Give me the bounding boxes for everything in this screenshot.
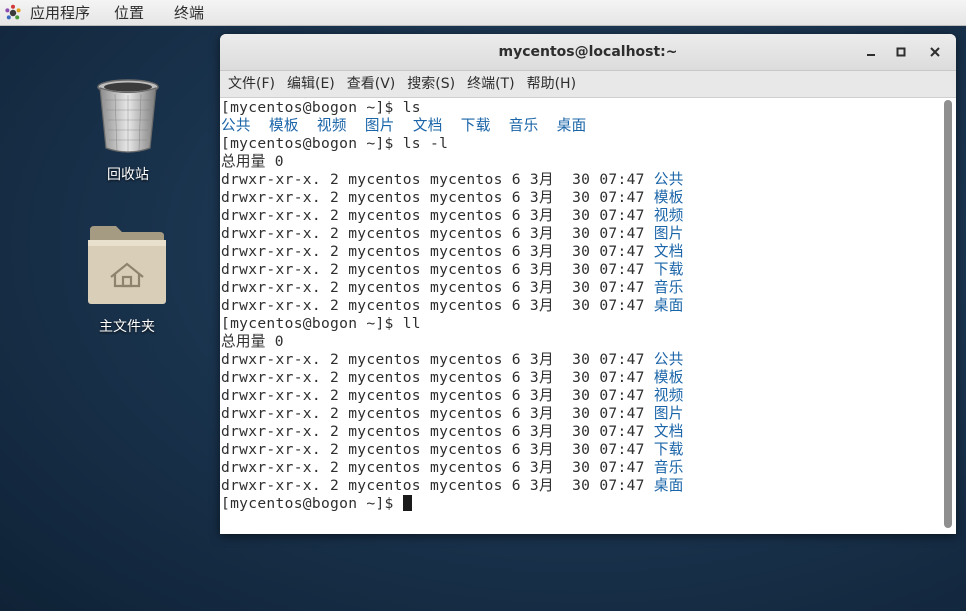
places-menu[interactable]: 位置 [104, 0, 164, 26]
terminal-body[interactable]: [mycentos@bogon ~]$ ls 公共 模板 视频 图片 文档 下载 … [220, 98, 956, 534]
terminal-text-segment: drwxr-xr-x. 2 mycentos mycentos 6 3月 30 … [221, 225, 654, 242]
terminal-text-segment: drwxr-xr-x. 2 mycentos mycentos 6 3月 30 … [221, 477, 654, 494]
terminal-text-segment: drwxr-xr-x. 2 mycentos mycentos 6 3月 30 … [221, 441, 654, 458]
terminal-line: drwxr-xr-x. 2 mycentos mycentos 6 3月 30 … [221, 207, 684, 225]
terminal-line: drwxr-xr-x. 2 mycentos mycentos 6 3月 30 … [221, 225, 684, 243]
directory-name: 音乐 [653, 459, 684, 476]
maximize-button[interactable] [891, 42, 911, 62]
terminal-line: 公共 模板 视频 图片 文档 下载 音乐 桌面 [221, 117, 684, 135]
terminal-text-segment: drwxr-xr-x. 2 mycentos mycentos 6 3月 30 … [221, 369, 654, 386]
terminal-text-segment: [mycentos@bogon ~]$ ls [221, 99, 421, 116]
menu-edit[interactable]: 编辑(E) [281, 71, 341, 98]
maximize-icon [896, 47, 906, 57]
menu-help[interactable]: 帮助(H) [521, 71, 582, 98]
minimize-button[interactable] [861, 42, 881, 62]
terminal-text-segment: [mycentos@bogon ~]$ [221, 495, 403, 512]
terminal-window[interactable]: mycentos@localhost:~ 文件(F) 编辑(E) 查看(V) 搜… [220, 34, 956, 534]
desktop-home-folder[interactable]: 主文件夹 [77, 222, 177, 336]
window-title: mycentos@localhost:~ [498, 44, 678, 60]
terminal-text-segment: drwxr-xr-x. 2 mycentos mycentos 6 3月 30 … [221, 297, 654, 314]
directory-name: 图片 [653, 225, 684, 242]
terminal-text-segment: drwxr-xr-x. 2 mycentos mycentos 6 3月 30 … [221, 351, 654, 368]
terminal-line: drwxr-xr-x. 2 mycentos mycentos 6 3月 30 … [221, 261, 684, 279]
terminal-text-segment: drwxr-xr-x. 2 mycentos mycentos 6 3月 30 … [221, 189, 654, 206]
directory-name: 公共 [653, 171, 684, 188]
terminal-menubar: 文件(F) 编辑(E) 查看(V) 搜索(S) 终端(T) 帮助(H) [220, 71, 956, 98]
directory-name: 音乐 [653, 279, 684, 296]
terminal-line: drwxr-xr-x. 2 mycentos mycentos 6 3月 30 … [221, 297, 684, 315]
terminal-line: drwxr-xr-x. 2 mycentos mycentos 6 3月 30 … [221, 441, 684, 459]
menu-file[interactable]: 文件(F) [222, 71, 281, 98]
terminal-line: [mycentos@bogon ~]$ ls -l [221, 135, 684, 153]
directory-name: 桌面 [653, 297, 684, 314]
terminal-text-segment: drwxr-xr-x. 2 mycentos mycentos 6 3月 30 … [221, 279, 654, 296]
terminal-line: drwxr-xr-x. 2 mycentos mycentos 6 3月 30 … [221, 369, 684, 387]
directory-name: 文档 [653, 423, 684, 440]
menu-terminal[interactable]: 终端(T) [461, 71, 520, 98]
close-icon [930, 47, 940, 57]
terminal-line: drwxr-xr-x. 2 mycentos mycentos 6 3月 30 … [221, 189, 684, 207]
terminal-text-segment: drwxr-xr-x. 2 mycentos mycentos 6 3月 30 … [221, 171, 654, 188]
terminal-cursor [402, 495, 412, 511]
trash-label: 回收站 [107, 167, 149, 183]
directory-name: 下载 [653, 261, 684, 278]
terminal-line: drwxr-xr-x. 2 mycentos mycentos 6 3月 30 … [221, 477, 684, 495]
terminal-line: drwxr-xr-x. 2 mycentos mycentos 6 3月 30 … [221, 243, 684, 261]
terminal-line: [mycentos@bogon ~]$ ll [221, 315, 684, 333]
applications-menu[interactable]: 应用程序 [26, 0, 104, 26]
terminal-line: drwxr-xr-x. 2 mycentos mycentos 6 3月 30 … [221, 387, 684, 405]
terminal-text-segment: drwxr-xr-x. 2 mycentos mycentos 6 3月 30 … [221, 459, 654, 476]
terminal-text-segment: drwxr-xr-x. 2 mycentos mycentos 6 3月 30 … [221, 423, 654, 440]
close-button[interactable] [925, 42, 945, 62]
terminal-text-segment: drwxr-xr-x. 2 mycentos mycentos 6 3月 30 … [221, 207, 654, 224]
terminal-scrollbar[interactable] [944, 100, 952, 530]
directory-name: 模板 [653, 189, 684, 206]
directory-name: 公共 [653, 351, 684, 368]
terminal-text-segment: drwxr-xr-x. 2 mycentos mycentos 6 3月 30 … [221, 243, 654, 260]
terminal-text-segment: 总用量 0 [221, 153, 284, 170]
terminal-line: 总用量 0 [221, 333, 684, 351]
trash-icon [97, 79, 159, 153]
terminal-output: [mycentos@bogon ~]$ ls 公共 模板 视频 图片 文档 下载 … [221, 99, 684, 513]
window-titlebar[interactable]: mycentos@localhost:~ [220, 34, 956, 71]
terminal-line: drwxr-xr-x. 2 mycentos mycentos 6 3月 30 … [221, 279, 684, 297]
directory-name: 桌面 [653, 477, 684, 494]
directory-name: 视频 [653, 207, 684, 224]
terminal-text-segment: [mycentos@bogon ~]$ ls -l [221, 135, 449, 152]
terminal-text-segment: [mycentos@bogon ~]$ ll [221, 315, 421, 332]
directory-name: 视频 [653, 387, 684, 404]
terminal-line: 总用量 0 [221, 153, 684, 171]
home-folder-label: 主文件夹 [99, 319, 155, 335]
menu-view[interactable]: 查看(V) [341, 71, 402, 98]
terminal-line: drwxr-xr-x. 2 mycentos mycentos 6 3月 30 … [221, 459, 684, 477]
terminal-line: drwxr-xr-x. 2 mycentos mycentos 6 3月 30 … [221, 405, 684, 423]
terminal-text-segment: drwxr-xr-x. 2 mycentos mycentos 6 3月 30 … [221, 405, 654, 422]
terminal-scrollbar-thumb[interactable] [944, 100, 952, 528]
home-folder-icon [88, 226, 166, 304]
terminal-text-segment: drwxr-xr-x. 2 mycentos mycentos 6 3月 30 … [221, 387, 654, 404]
top-panel: 应用程序 位置 终端 [0, 0, 966, 26]
terminal-text-segment: drwxr-xr-x. 2 mycentos mycentos 6 3月 30 … [221, 261, 654, 278]
terminal-line: [mycentos@bogon ~]$ [221, 495, 684, 513]
terminal-text-segment: 总用量 0 [221, 333, 284, 350]
desktop-trash[interactable]: 回收站 [78, 78, 178, 184]
directory-name: 模板 [653, 369, 684, 386]
directory-name: 文档 [653, 243, 684, 260]
terminal-app-menu[interactable]: 终端 [164, 0, 214, 26]
directory-name: 下载 [653, 441, 684, 458]
terminal-line: drwxr-xr-x. 2 mycentos mycentos 6 3月 30 … [221, 171, 684, 189]
terminal-line: drwxr-xr-x. 2 mycentos mycentos 6 3月 30 … [221, 351, 684, 369]
terminal-line: drwxr-xr-x. 2 mycentos mycentos 6 3月 30 … [221, 423, 684, 441]
minimize-icon [867, 54, 875, 56]
gnome-foot-icon[interactable] [4, 4, 22, 22]
directory-name: 图片 [653, 405, 684, 422]
terminal-line: [mycentos@bogon ~]$ ls [221, 99, 684, 117]
directory-name: 公共 模板 视频 图片 文档 下载 音乐 桌面 [221, 117, 587, 134]
menu-search[interactable]: 搜索(S) [401, 71, 461, 98]
